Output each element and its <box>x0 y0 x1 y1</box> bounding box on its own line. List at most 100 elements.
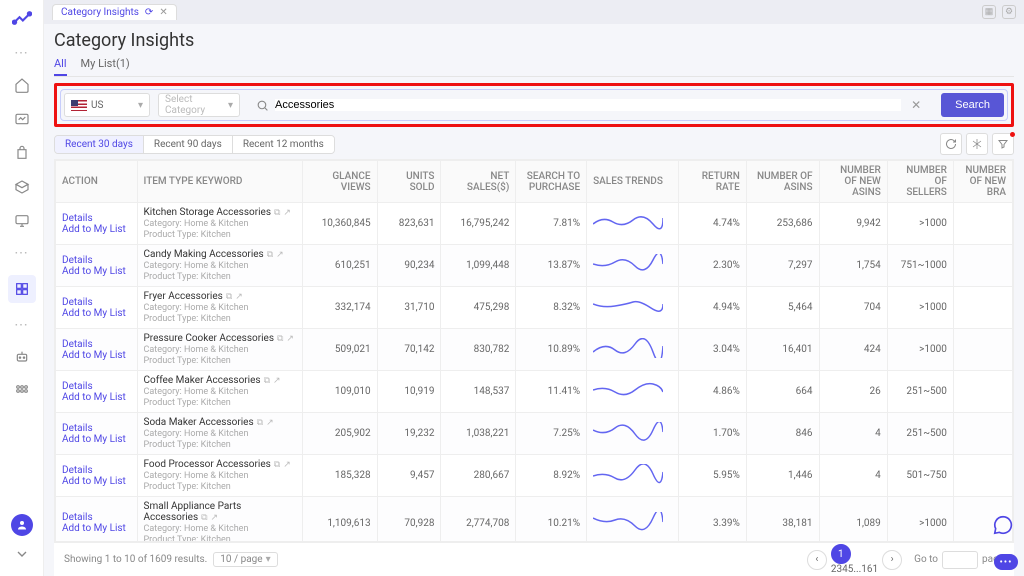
close-tab-icon[interactable]: ✕ <box>159 7 167 18</box>
goto-input[interactable] <box>942 551 978 569</box>
add-list-link[interactable]: Add to My List <box>62 350 131 361</box>
external-icon[interactable]: ↗ <box>276 250 284 260</box>
external-icon[interactable]: ↗ <box>266 418 274 428</box>
cell-return: 1.70% <box>678 413 746 455</box>
details-link[interactable]: Details <box>62 339 131 350</box>
cell-asins: 1,446 <box>746 455 819 497</box>
copy-icon[interactable]: ⧉ <box>226 292 232 302</box>
settings-icon[interactable]: ⚙ <box>1002 5 1016 19</box>
box-icon[interactable] <box>12 177 32 197</box>
dashboard-icon[interactable] <box>12 109 32 129</box>
subtab-mylist[interactable]: My List(1) <box>81 53 130 76</box>
col-trends: SALES TRENDS <box>587 161 678 203</box>
copy-icon[interactable]: ⧉ <box>264 376 270 386</box>
page-1[interactable]: 1 <box>831 544 851 564</box>
period-90[interactable]: Recent 90 days <box>144 136 233 153</box>
col-newasins: NUMBER OF NEW ASINS <box>819 161 887 203</box>
cell-sellers: >1000 <box>887 203 953 245</box>
cell-units: 31,710 <box>377 287 441 329</box>
table-row: DetailsAdd to My List Fryer Accessories⧉… <box>56 287 1013 329</box>
search-input[interactable] <box>275 99 901 111</box>
snowflake-button[interactable] <box>966 133 988 155</box>
results-text: Showing 1 to 10 of 1609 results. <box>64 554 207 565</box>
col-sellers: NUMBER OF SELLERS <box>887 161 953 203</box>
filter-button[interactable] <box>992 133 1014 155</box>
add-list-link[interactable]: Add to My List <box>62 308 131 319</box>
category-sub: Category: Home & Kitchen <box>144 471 249 481</box>
details-link[interactable]: Details <box>62 423 131 434</box>
clear-icon[interactable]: ✕ <box>907 98 925 112</box>
products-icon[interactable] <box>12 143 32 163</box>
refresh-button[interactable] <box>940 133 962 155</box>
copy-icon[interactable]: ⧉ <box>267 250 273 260</box>
add-list-link[interactable]: Add to My List <box>62 224 131 235</box>
details-link[interactable]: Details <box>62 255 131 266</box>
period-12m[interactable]: Recent 12 months <box>233 136 334 153</box>
cell-sellers: 501~750 <box>887 455 953 497</box>
add-list-link[interactable]: Add to My List <box>62 434 131 445</box>
cell-return: 3.39% <box>678 497 746 543</box>
refresh-icon[interactable]: ⟳ <box>145 7 153 18</box>
search-button[interactable]: Search <box>941 93 1004 117</box>
more-icon[interactable]: ⋯ <box>14 45 29 61</box>
avatar[interactable] <box>11 514 33 536</box>
more-floating[interactable]: ••• <box>994 554 1018 570</box>
external-icon[interactable]: ↗ <box>211 513 219 523</box>
layout-icon[interactable]: ▦ <box>982 5 996 19</box>
details-link[interactable]: Details <box>62 512 131 523</box>
chevron-down-icon[interactable] <box>12 544 32 564</box>
cell-newasins: 704 <box>819 287 887 329</box>
external-icon[interactable]: ↗ <box>235 292 243 302</box>
copy-icon[interactable]: ⧉ <box>274 208 280 218</box>
sparkline <box>593 422 663 442</box>
keyword-text: Food Processor Accessories <box>144 459 271 470</box>
external-icon[interactable]: ↗ <box>286 334 294 344</box>
details-link[interactable]: Details <box>62 381 131 392</box>
cell-asins: 664 <box>746 371 819 413</box>
monitor-icon[interactable] <box>12 211 32 231</box>
external-icon[interactable]: ↗ <box>283 460 291 470</box>
sparkline <box>593 380 663 400</box>
copy-icon[interactable]: ⧉ <box>201 513 207 523</box>
add-list-link[interactable]: Add to My List <box>62 476 131 487</box>
external-icon[interactable]: ↗ <box>283 208 291 218</box>
cell-return: 4.74% <box>678 203 746 245</box>
country-select[interactable]: US ▾ <box>64 93 150 117</box>
cell-return: 5.95% <box>678 455 746 497</box>
robot-icon[interactable] <box>12 347 32 367</box>
cell-sellers: >1000 <box>887 287 953 329</box>
details-link[interactable]: Details <box>62 465 131 476</box>
copy-icon[interactable]: ⧉ <box>277 334 283 344</box>
category-icon[interactable] <box>8 275 36 303</box>
category-select[interactable]: Select Category ▾ <box>158 93 240 117</box>
prev-page[interactable]: ‹ <box>807 550 827 570</box>
cell-net: 1,099,448 <box>441 245 516 287</box>
perpage-select[interactable]: 10 / page▾ <box>213 552 277 567</box>
sparkline <box>593 338 663 358</box>
cell-return: 2.30% <box>678 245 746 287</box>
details-link[interactable]: Details <box>62 297 131 308</box>
subtab-all[interactable]: All <box>54 53 67 76</box>
more-icon-3[interactable]: ⋯ <box>14 317 29 333</box>
chat-icon[interactable] <box>992 514 1014 536</box>
cell-sellers: 751~1000 <box>887 245 953 287</box>
keyword-text: Coffee Maker Accessories <box>144 375 261 386</box>
more-icon-2[interactable]: ⋯ <box>14 245 29 261</box>
keyword-text: Soda Maker Accessories <box>144 417 254 428</box>
table-row: DetailsAdd to My List Food Processor Acc… <box>56 455 1013 497</box>
copy-icon[interactable]: ⧉ <box>257 418 263 428</box>
period-30[interactable]: Recent 30 days <box>55 136 144 153</box>
external-icon[interactable]: ↗ <box>273 376 281 386</box>
app-grid-icon[interactable] <box>12 381 32 401</box>
next-page[interactable]: › <box>882 550 902 570</box>
page-161[interactable]: 161 <box>861 564 878 575</box>
add-list-link[interactable]: Add to My List <box>62 392 131 403</box>
add-list-link[interactable]: Add to My List <box>62 266 131 277</box>
tab-category-insights[interactable]: Category Insights ⟳ ✕ <box>52 4 177 20</box>
cell-units: 10,919 <box>377 371 441 413</box>
copy-icon[interactable]: ⧉ <box>274 460 280 470</box>
home-icon[interactable] <box>12 75 32 95</box>
cell-return: 4.86% <box>678 371 746 413</box>
add-list-link[interactable]: Add to My List <box>62 523 131 534</box>
details-link[interactable]: Details <box>62 213 131 224</box>
